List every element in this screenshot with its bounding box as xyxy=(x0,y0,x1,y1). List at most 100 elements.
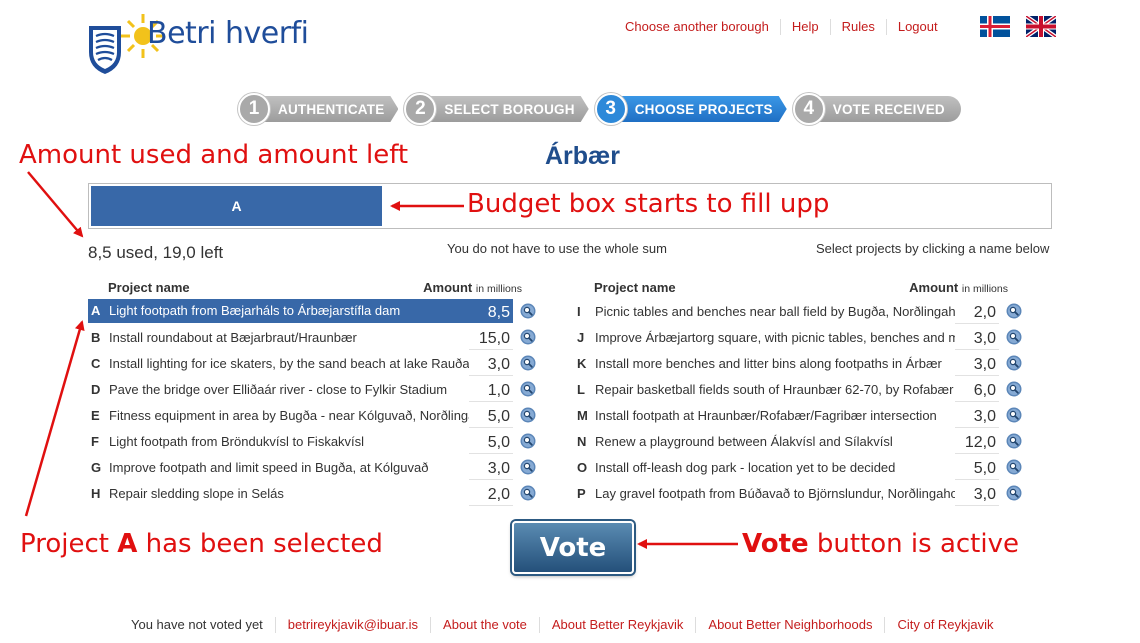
header-amount-unit: in millions xyxy=(475,282,522,295)
project-letter: B xyxy=(91,329,101,345)
magnifier-icon[interactable] xyxy=(520,407,536,423)
project-letter: H xyxy=(91,485,101,501)
project-name[interactable]: Picnic tables and benches near ball fiel… xyxy=(595,304,955,319)
annotation-text: has been selected xyxy=(137,529,383,559)
project-name[interactable]: Install footpath at Hraunbær/Rofabær/Fag… xyxy=(595,408,955,423)
project-row-l[interactable]: L Repair basketball fields south of Hraun… xyxy=(574,376,1024,402)
header-amount: Amount in millions xyxy=(909,280,1008,295)
footer: You have not voted yet betrireykjavik@ib… xyxy=(131,617,1006,633)
magnifier-icon[interactable] xyxy=(1006,329,1022,345)
project-row-o[interactable]: O Install off-leash dog park - location y… xyxy=(574,454,1024,480)
vote-status: You have not voted yet xyxy=(131,617,276,633)
footer-email-link[interactable]: betrireykjavik@ibuar.is xyxy=(276,617,432,633)
hint-select-projects: Select projects by clicking a name below xyxy=(816,241,1050,256)
logout-link[interactable]: Logout xyxy=(887,19,949,35)
step-label: AUTHENTICATE xyxy=(260,96,398,122)
magnifier-icon[interactable] xyxy=(520,485,536,501)
project-row-a[interactable]: A Light footpath from Bæjarháls to Árbæja… xyxy=(88,298,538,324)
magnifier-icon[interactable] xyxy=(520,433,536,449)
project-amount: 2,0 xyxy=(955,298,999,324)
step-authenticate: 1 AUTHENTICATE xyxy=(238,93,398,125)
magnifier-icon[interactable] xyxy=(520,355,536,371)
hint-whole-sum: You do not have to use the whole sum xyxy=(447,241,667,256)
project-name[interactable]: Install lighting for ice skaters, by the… xyxy=(109,356,469,371)
project-row-m[interactable]: M Install footpath at Hraunbær/Rofabær/Fa… xyxy=(574,402,1024,428)
project-name[interactable]: Install roundabout at Bæjarbraut/Hraunbæ… xyxy=(109,330,469,345)
magnifier-icon[interactable] xyxy=(520,381,536,397)
brand-name[interactable]: Betri hverfi xyxy=(147,16,309,51)
project-name[interactable]: Install more benches and litter bins alo… xyxy=(595,356,955,371)
annotation-text: button is active xyxy=(808,529,1019,559)
project-name[interactable]: Repair sledding slope in Selás xyxy=(109,486,469,501)
project-amount: 1,0 xyxy=(469,376,513,402)
annotation-vote-active: Vote button is active xyxy=(742,529,1019,559)
annotation-amount-used: Amount used and amount left xyxy=(19,140,409,170)
iceland-flag-icon[interactable] xyxy=(980,16,1010,37)
project-name[interactable]: Improve footpath and limit speed in Bugð… xyxy=(109,460,469,475)
vote-button[interactable]: Vote xyxy=(512,521,634,574)
footer-about-vote-link[interactable]: About the vote xyxy=(431,617,540,633)
magnifier-icon[interactable] xyxy=(1006,407,1022,423)
project-amount: 3,0 xyxy=(469,454,513,480)
project-letter: G xyxy=(91,459,102,475)
magnifier-icon[interactable] xyxy=(1006,433,1022,449)
project-row-b[interactable]: B Install roundabout at Bæjarbraut/Hraunb… xyxy=(88,324,538,350)
annotation-text-bold: A xyxy=(117,529,138,559)
project-letter: D xyxy=(91,381,101,397)
project-name[interactable]: Repair basketball fields south of Hraunb… xyxy=(595,382,955,397)
project-name[interactable]: Pave the bridge over Elliðaár river - cl… xyxy=(109,382,469,397)
magnifier-icon[interactable] xyxy=(520,303,536,319)
project-letter: N xyxy=(577,433,587,449)
step-number: 1 xyxy=(238,93,270,125)
annotation-text-bold: Vote xyxy=(742,529,809,559)
project-name[interactable]: Improve Árbæjartorg square, with picnic … xyxy=(595,330,955,345)
project-table-right: Project name Amount in millions I Picnic … xyxy=(574,276,1024,506)
budget-fill-bar: A xyxy=(91,186,382,226)
project-letter: A xyxy=(88,299,109,323)
project-name[interactable]: Fitness equipment in area by Bugða - nea… xyxy=(109,408,469,423)
magnifier-icon[interactable] xyxy=(1006,303,1022,319)
project-row-k[interactable]: K Install more benches and litter bins al… xyxy=(574,350,1024,376)
uk-flag-icon[interactable] xyxy=(1026,16,1056,37)
project-amount: 15,0 xyxy=(469,324,513,350)
project-amount: 3,0 xyxy=(469,350,513,376)
project-name[interactable]: Renew a playground between Álakvísl and … xyxy=(595,434,955,449)
project-row-e[interactable]: E Fitness equipment in area by Bugða - ne… xyxy=(88,402,538,428)
project-row-j[interactable]: J Improve Árbæjartorg square, with picnic… xyxy=(574,324,1024,350)
project-name[interactable]: Lay gravel footpath from Búðavað to Björ… xyxy=(595,486,955,501)
project-name[interactable]: Light footpath from Bröndukvísl to Fiska… xyxy=(109,434,469,449)
magnifier-icon[interactable] xyxy=(1006,459,1022,475)
help-link[interactable]: Help xyxy=(781,19,831,35)
footer-about-better-reykjavik-link[interactable]: About Better Reykjavik xyxy=(540,617,697,633)
project-letter: K xyxy=(577,355,587,371)
footer-city-of-reykjavik-link[interactable]: City of Reykjavik xyxy=(885,617,1005,633)
project-name[interactable]: Light footpath from Bæjarháls to Árbæjar… xyxy=(109,299,469,323)
magnifier-icon[interactable] xyxy=(520,329,536,345)
progress-steps: 1 AUTHENTICATE 2 SELECT BOROUGH 3 CHOOSE… xyxy=(238,93,967,125)
header-amount: Amount in millions xyxy=(423,280,522,295)
choose-borough-link[interactable]: Choose another borough xyxy=(625,19,781,35)
header-project-name: Project name xyxy=(594,279,676,295)
project-name[interactable]: Install off-leash dog park - location ye… xyxy=(595,460,955,475)
step-number: 4 xyxy=(792,93,825,125)
project-row-p[interactable]: P Lay gravel footpath from Búðavað to Bjö… xyxy=(574,480,1024,506)
project-table-left: Project name Amount in millions A Light f… xyxy=(88,276,538,506)
project-row-c[interactable]: C Install lighting for ice skaters, by th… xyxy=(88,350,538,376)
project-row-f[interactable]: F Light footpath from Bröndukvísl to Fisk… xyxy=(88,428,538,454)
project-amount: 5,0 xyxy=(469,402,513,428)
project-row-g[interactable]: G Improve footpath and limit speed in Bug… xyxy=(88,454,538,480)
project-letter: P xyxy=(577,485,586,501)
project-row-d[interactable]: D Pave the bridge over Elliðaár river - c… xyxy=(88,376,538,402)
magnifier-icon[interactable] xyxy=(520,459,536,475)
magnifier-icon[interactable] xyxy=(1006,355,1022,371)
step-label: CHOOSE PROJECTS xyxy=(617,96,787,122)
step-number: 3 xyxy=(594,93,627,125)
project-row-h[interactable]: H Repair sledding slope in Selás 2,0 xyxy=(88,480,538,506)
project-row-n[interactable]: N Renew a playground between Álakvísl and… xyxy=(574,428,1024,454)
magnifier-icon[interactable] xyxy=(1006,485,1022,501)
project-amount: 3,0 xyxy=(955,402,999,428)
project-row-i[interactable]: I Picnic tables and benches near ball fie… xyxy=(574,298,1024,324)
magnifier-icon[interactable] xyxy=(1006,381,1022,397)
footer-about-better-neighborhoods-link[interactable]: About Better Neighborhoods xyxy=(696,617,886,633)
rules-link[interactable]: Rules xyxy=(831,19,887,35)
